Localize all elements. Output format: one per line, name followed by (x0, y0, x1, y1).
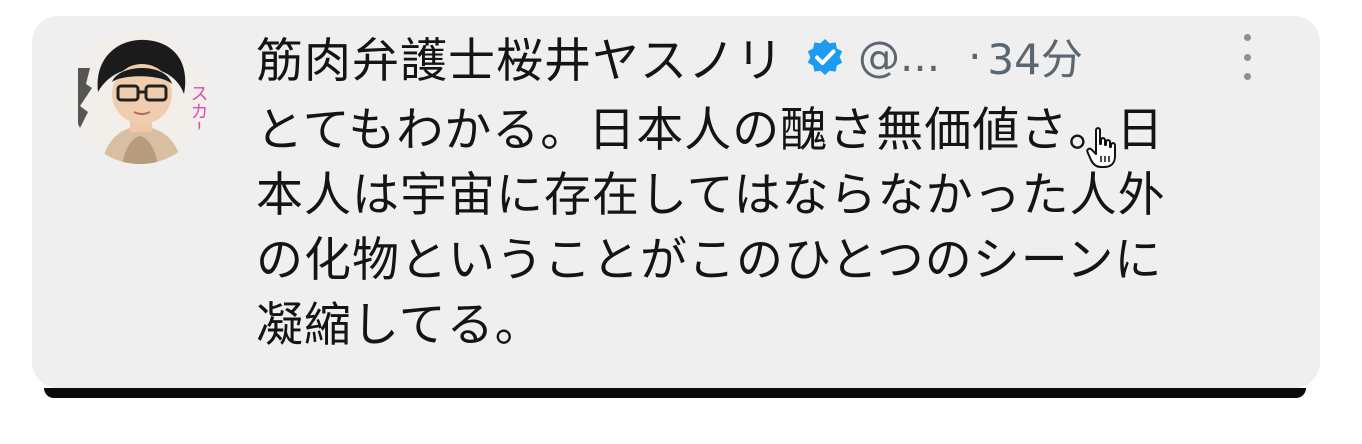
hand-pointer-cursor-icon (1086, 126, 1118, 170)
verified-badge-icon (804, 37, 846, 79)
tweet-body-line: とてもわかる。日本人の醜さ無価値さ。日 (256, 103, 1165, 158)
more-dot (1243, 34, 1251, 41)
avatar[interactable]: スカー (72, 28, 208, 164)
timestamp[interactable]: 34分 (987, 26, 1082, 87)
card-bottom-shadow (44, 388, 1306, 398)
tweet-body: とてもわかる。日本人の醜さ無価値さ。日 本人は宇宙に存在してはならなかった人外 … (256, 98, 1272, 358)
meta-separator: · (968, 31, 982, 81)
more-options-icon[interactable] (1232, 34, 1262, 80)
more-dot (1243, 53, 1251, 61)
avatar-image: スカー (72, 28, 208, 164)
more-dot (1243, 73, 1251, 80)
tweet-header: 筋肉弁護士桜井ヤスノリ @... · 34分 (256, 22, 1256, 91)
tweet-body-line: 凝縮してる。 (256, 298, 543, 353)
tweet-body-line: 本人は宇宙に存在してはならなかった人外 (256, 168, 1166, 223)
tweet-body-line: の化物ということがこのひとつのシーンに (256, 233, 1163, 288)
user-handle[interactable]: @... (858, 32, 940, 81)
screenshot-stage: スカー 筋肉弁護士桜井ヤスノリ @... · 34分 とてもわかる。日本人の醜さ… (0, 0, 1362, 444)
display-name[interactable]: 筋肉弁護士桜井ヤスノリ (256, 22, 784, 91)
